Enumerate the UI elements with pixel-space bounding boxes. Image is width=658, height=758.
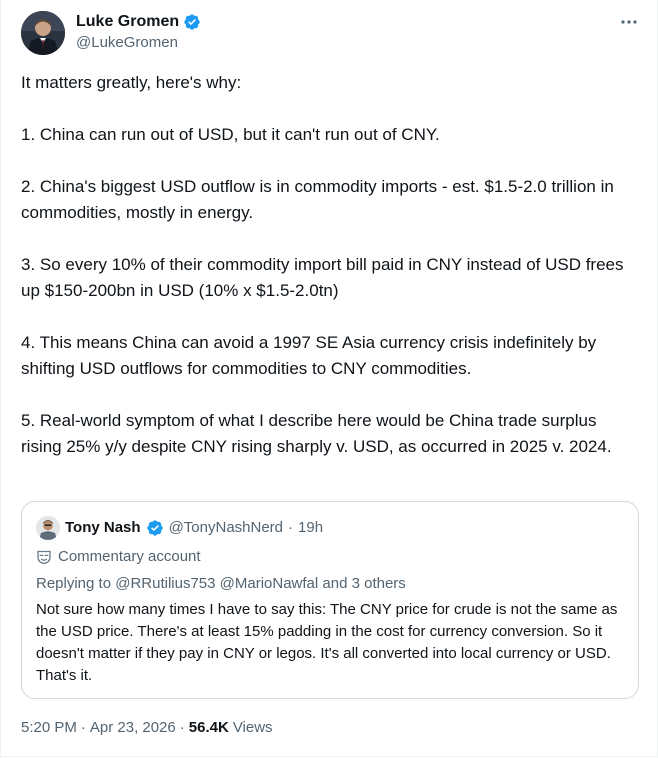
views-count: 56.4K (188, 719, 229, 736)
tweet-paragraph: 2. China's biggest USD outflow is in com… (21, 177, 614, 222)
meta-separator: · (80, 719, 86, 736)
quoted-tweet[interactable]: Tony Nash @TonyNashNerd · 19h Commentary… (21, 501, 639, 699)
tweet-paragraph: It matters greatly, here's why: (21, 73, 242, 92)
views-label: Views (232, 719, 273, 736)
tweet-date-link[interactable]: Apr 23, 2026 (90, 718, 176, 738)
quote-time: 19h (298, 519, 324, 536)
tweet-time-link[interactable]: 5:20 PM (21, 718, 77, 738)
more-options-button[interactable] (615, 12, 643, 32)
commentary-label: Commentary account (36, 547, 201, 567)
quote-separator: · (288, 519, 294, 536)
quote-text: Not sure how many times I have to say th… (36, 601, 618, 684)
commentary-mask-icon (37, 550, 51, 565)
tweet-paragraph: 1. China can run out of USD, but it can'… (21, 125, 440, 144)
tweet-paragraph: 4. This means China can avoid a 1997 SE … (21, 333, 597, 378)
quote-verified-badge-icon (146, 520, 163, 536)
quote-display-name: Tony Nash (65, 519, 141, 536)
avatar-image (21, 11, 65, 55)
tweet-card: Luke Gromen @LukeGromen It matters great… (0, 0, 658, 758)
quote-avatar-image (36, 516, 60, 540)
author-name-row: Luke Gromen (76, 12, 201, 31)
more-icon (621, 20, 637, 24)
quote-header: Tony Nash @TonyNashNerd · 19h (36, 516, 323, 540)
tweet-paragraph: 5. Real-world symptom of what I describe… (21, 411, 612, 456)
tweet-paragraph: 3. So every 10% of their commodity impor… (21, 255, 624, 300)
bottom-divider (1, 756, 658, 757)
author-handle[interactable]: @LukeGromen (76, 34, 178, 52)
commentary-label-text: Commentary account (58, 548, 201, 565)
quote-avatar (36, 516, 60, 540)
quote-handle: @TonyNashNerd (168, 519, 284, 536)
tweet-text: It matters greatly, here's why: 1. China… (21, 70, 639, 460)
replying-to: Replying to @RRutilius753 @MarioNawfal a… (36, 575, 406, 592)
tweet-meta: 5:20 PM · Apr 23, 2026 · 56.4K Views (21, 718, 273, 738)
author-display-name[interactable]: Luke Gromen (76, 12, 179, 31)
verified-badge-icon[interactable] (183, 13, 201, 31)
meta-separator: · (179, 719, 185, 736)
author-avatar[interactable] (21, 11, 65, 55)
